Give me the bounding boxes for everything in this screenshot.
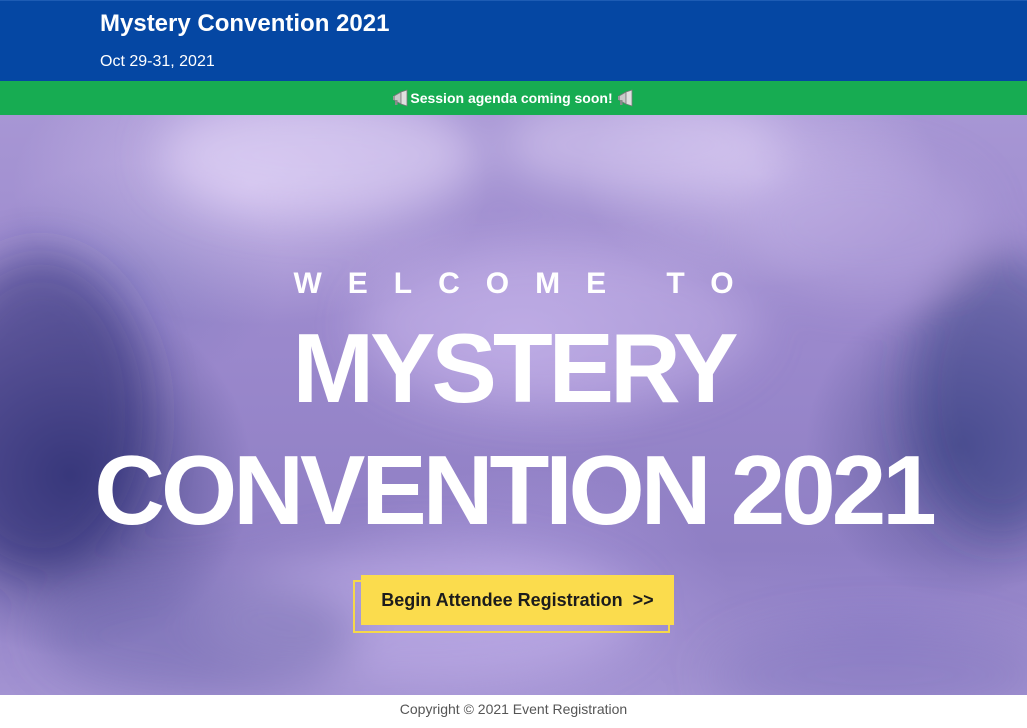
copyright-text: Copyright © 2021 Event Registration	[399, 701, 628, 717]
banner-text: Session agenda coming soon!	[410, 90, 613, 106]
hero-section: WELCOME TO MYSTERY CONVENTION 2021 Begin…	[0, 115, 1027, 695]
begin-registration-button[interactable]: Begin Attendee Registration >>	[361, 575, 674, 625]
footer: Copyright © 2021 Event Registration	[0, 695, 1027, 728]
event-dates: Oct 29-31, 2021	[100, 53, 215, 70]
megaphone-icon	[392, 89, 410, 107]
site-header: Mystery Convention 2021 Oct 29-31, 2021	[0, 0, 1027, 81]
site-title[interactable]: Mystery Convention 2021	[100, 10, 389, 38]
welcome-kicker: WELCOME TO	[293, 267, 760, 300]
announcement-banner: Session agenda coming soon!	[0, 81, 1027, 115]
megaphone-icon	[617, 89, 635, 107]
cta-label: Begin Attendee Registration	[381, 589, 623, 610]
double-chevron-right-icon: >>	[632, 589, 654, 610]
hero-title-line-1: MYSTERY	[292, 313, 738, 423]
hero-title-line-2: CONVENTION 2021	[94, 435, 937, 545]
